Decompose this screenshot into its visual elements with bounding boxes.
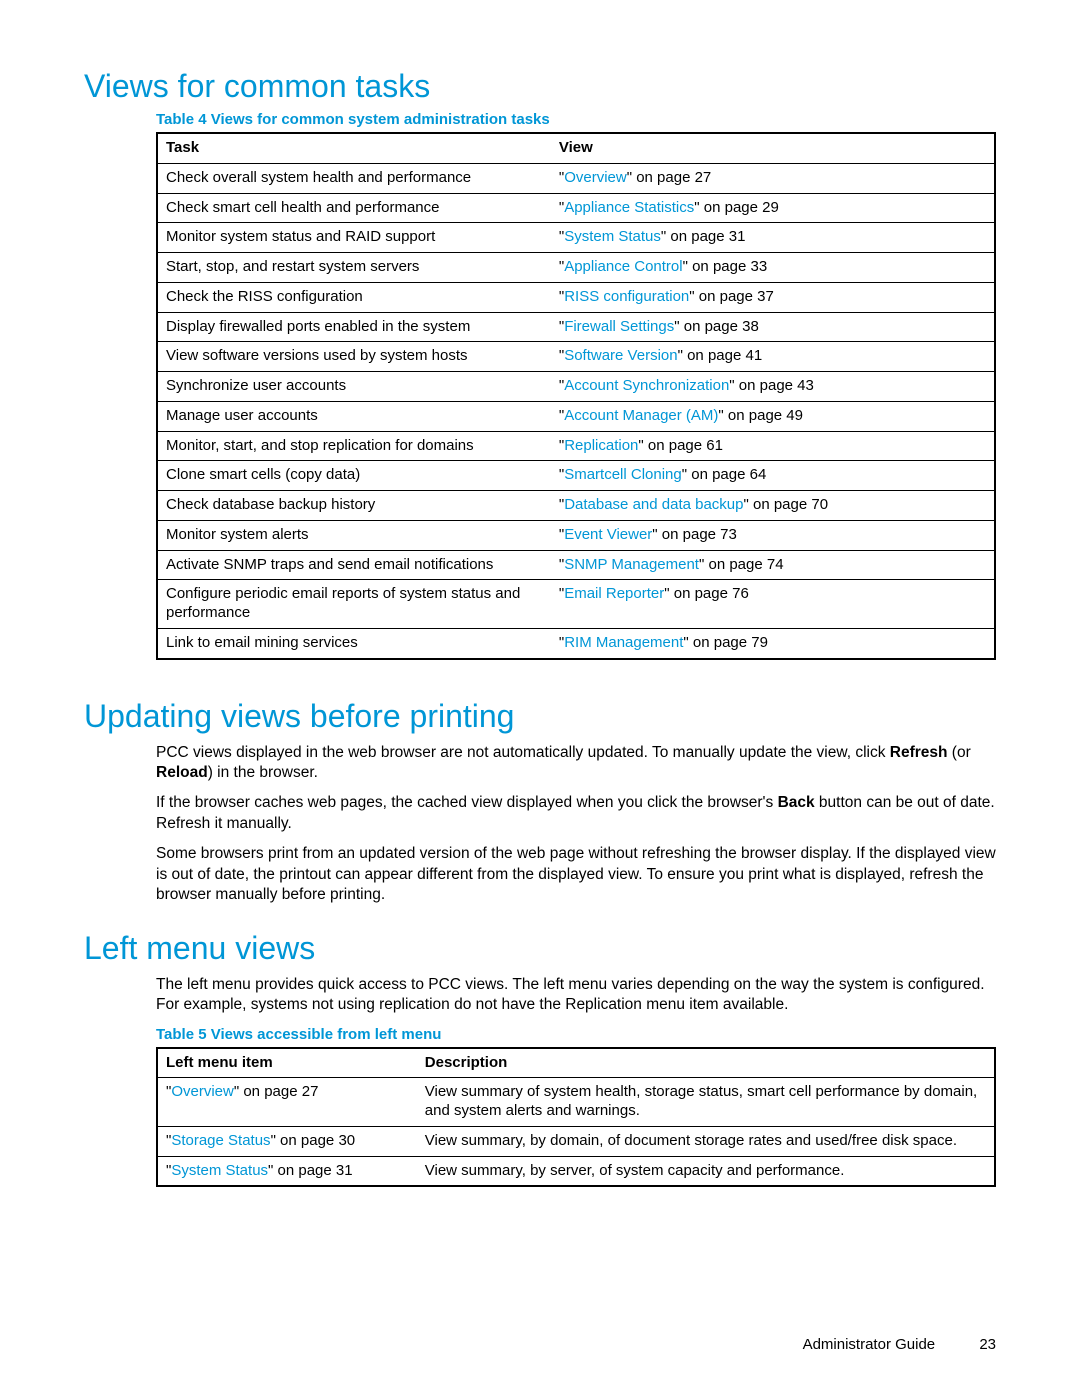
left-menu-item-cell: "Overview" on page 27: [157, 1078, 417, 1127]
description-cell: View summary, by server, of system capac…: [417, 1156, 995, 1186]
heading-updating-views: Updating views before printing: [84, 698, 996, 735]
task-cell: Monitor system status and RAID support: [157, 223, 551, 253]
view-cell: "Account Manager (AM)" on page 49: [551, 401, 995, 431]
task-cell: Check the RISS configuration: [157, 282, 551, 312]
view-link[interactable]: System Status: [564, 228, 661, 245]
task-cell: Manage user accounts: [157, 401, 551, 431]
task-cell: Synchronize user accounts: [157, 372, 551, 402]
footer-page-number: 23: [979, 1336, 996, 1353]
view-link[interactable]: Account Synchronization: [564, 377, 729, 394]
view-link[interactable]: Software Version: [564, 347, 677, 364]
task-cell: Configure periodic email reports of syst…: [157, 580, 551, 629]
p2-text: If the browser caches web pages, the cac…: [156, 794, 778, 811]
table-row: "Storage Status" on page 30View summary,…: [157, 1126, 995, 1156]
table-5-header-desc: Description: [417, 1048, 995, 1078]
table-row: Synchronize user accounts"Account Synchr…: [157, 372, 995, 402]
task-cell: Start, stop, and restart system servers: [157, 253, 551, 283]
view-cell: "Account Synchronization" on page 43: [551, 372, 995, 402]
p1-text: PCC views displayed in the web browser a…: [156, 744, 890, 761]
view-link[interactable]: Account Manager (AM): [564, 407, 718, 424]
heading-views-for-common-tasks: Views for common tasks: [84, 68, 996, 105]
table-row: Display firewalled ports enabled in the …: [157, 312, 995, 342]
left-menu-link[interactable]: Storage Status: [171, 1132, 270, 1149]
table-row: Manage user accounts"Account Manager (AM…: [157, 401, 995, 431]
table-row: Check database backup history"Database a…: [157, 491, 995, 521]
table-row: Link to email mining services"RIM Manage…: [157, 628, 995, 658]
view-link[interactable]: Replication: [564, 437, 638, 454]
p3-text: Some browsers print from an updated vers…: [156, 844, 996, 905]
view-cell: "SNMP Management" on page 74: [551, 550, 995, 580]
task-cell: Check smart cell health and performance: [157, 193, 551, 223]
table-row: Check the RISS configuration"RISS config…: [157, 282, 995, 312]
table-row: Monitor system status and RAID support"S…: [157, 223, 995, 253]
table-4-header-task: Task: [157, 133, 551, 163]
task-cell: View software versions used by system ho…: [157, 342, 551, 372]
task-cell: Check overall system health and performa…: [157, 163, 551, 193]
updating-views-body: PCC views displayed in the web browser a…: [156, 743, 996, 906]
task-cell: Monitor system alerts: [157, 520, 551, 550]
footer-label: Administrator Guide: [803, 1336, 936, 1353]
table-row: Check overall system health and performa…: [157, 163, 995, 193]
view-link[interactable]: Appliance Control: [564, 258, 682, 275]
left-menu-item-cell: "System Status" on page 31: [157, 1156, 417, 1186]
view-cell: "Database and data backup" on page 70: [551, 491, 995, 521]
table-row: Start, stop, and restart system servers"…: [157, 253, 995, 283]
view-cell: "Overview" on page 27: [551, 163, 995, 193]
view-link[interactable]: Smartcell Cloning: [564, 466, 682, 483]
task-cell: Clone smart cells (copy data): [157, 461, 551, 491]
view-link[interactable]: Overview: [564, 169, 627, 186]
task-cell: Activate SNMP traps and send email notif…: [157, 550, 551, 580]
view-link[interactable]: Event Viewer: [564, 526, 652, 543]
left-menu-link[interactable]: System Status: [171, 1162, 268, 1179]
table-row: Clone smart cells (copy data)"Smartcell …: [157, 461, 995, 491]
view-link[interactable]: Email Reporter: [564, 585, 664, 602]
view-link[interactable]: RIM Management: [564, 634, 683, 651]
task-cell: Display firewalled ports enabled in the …: [157, 312, 551, 342]
view-cell: "Appliance Control" on page 33: [551, 253, 995, 283]
table-5: Left menu item Description "Overview" on…: [156, 1047, 996, 1188]
description-cell: View summary, by domain, of document sto…: [417, 1126, 995, 1156]
description-cell: View summary of system health, storage s…: [417, 1078, 995, 1127]
task-cell: Check database backup history: [157, 491, 551, 521]
view-cell: "Software Version" on page 41: [551, 342, 995, 372]
view-cell: "Smartcell Cloning" on page 64: [551, 461, 995, 491]
task-cell: Monitor, start, and stop replication for…: [157, 431, 551, 461]
left-menu-intro: The left menu provides quick access to P…: [156, 975, 996, 1016]
view-link[interactable]: Appliance Statistics: [564, 199, 694, 216]
table-row: Monitor, start, and stop replication for…: [157, 431, 995, 461]
view-cell: "RISS configuration" on page 37: [551, 282, 995, 312]
table-row: "Overview" on page 27View summary of sys…: [157, 1078, 995, 1127]
left-menu-item-cell: "Storage Status" on page 30: [157, 1126, 417, 1156]
heading-left-menu-views: Left menu views: [84, 930, 996, 967]
table-5-caption: Table 5 Views accessible from left menu: [156, 1026, 996, 1043]
table-row: Configure periodic email reports of syst…: [157, 580, 995, 629]
task-cell: Link to email mining services: [157, 628, 551, 658]
view-cell: "System Status" on page 31: [551, 223, 995, 253]
view-link[interactable]: Firewall Settings: [564, 318, 674, 335]
view-cell: "Appliance Statistics" on page 29: [551, 193, 995, 223]
p2-back: Back: [778, 794, 815, 811]
table-row: Monitor system alerts"Event Viewer" on p…: [157, 520, 995, 550]
view-link[interactable]: SNMP Management: [564, 556, 699, 573]
table-5-header-item: Left menu item: [157, 1048, 417, 1078]
view-cell: "Replication" on page 61: [551, 431, 995, 461]
table-4-caption: Table 4 Views for common system administ…: [156, 111, 996, 128]
p1-refresh: Refresh: [890, 744, 948, 761]
table-row: Check smart cell health and performance"…: [157, 193, 995, 223]
table-4: Task View Check overall system health an…: [156, 132, 996, 660]
view-link[interactable]: RISS configuration: [564, 288, 689, 305]
view-cell: "RIM Management" on page 79: [551, 628, 995, 658]
table-row: View software versions used by system ho…: [157, 342, 995, 372]
view-cell: "Email Reporter" on page 76: [551, 580, 995, 629]
view-link[interactable]: Database and data backup: [564, 496, 743, 513]
page-footer: Administrator Guide 23: [803, 1336, 996, 1353]
p1-reload: Reload: [156, 764, 208, 781]
left-menu-link[interactable]: Overview: [171, 1083, 234, 1100]
table-row: Activate SNMP traps and send email notif…: [157, 550, 995, 580]
view-cell: "Firewall Settings" on page 38: [551, 312, 995, 342]
table-row: "System Status" on page 31View summary, …: [157, 1156, 995, 1186]
view-cell: "Event Viewer" on page 73: [551, 520, 995, 550]
table-4-header-view: View: [551, 133, 995, 163]
